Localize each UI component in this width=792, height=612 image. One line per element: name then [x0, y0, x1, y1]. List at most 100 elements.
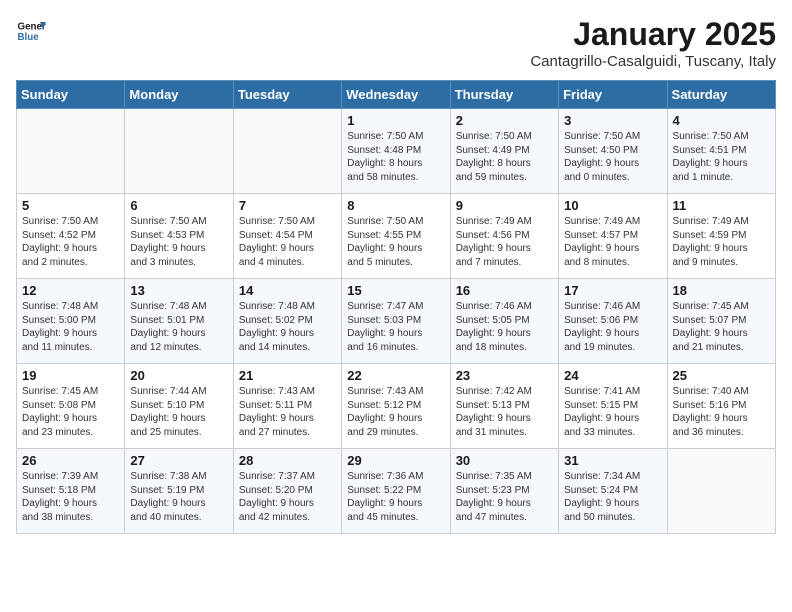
- day-info: Sunrise: 7:49 AM Sunset: 4:59 PM Dayligh…: [673, 215, 770, 269]
- day-number: 30: [456, 453, 553, 468]
- day-info: Sunrise: 7:45 AM Sunset: 5:08 PM Dayligh…: [22, 385, 119, 439]
- calendar-cell: 11 Sunrise: 7:49 AM Sunset: 4:59 PM Dayli…: [667, 194, 775, 279]
- weekday-header: Wednesday: [342, 81, 450, 109]
- calendar-cell: 5 Sunrise: 7:50 AM Sunset: 4:52 PM Daylig…: [17, 194, 125, 279]
- calendar-cell: 25 Sunrise: 7:40 AM Sunset: 5:16 PM Dayli…: [667, 364, 775, 449]
- weekday-header: Monday: [125, 81, 233, 109]
- calendar-cell: 24 Sunrise: 7:41 AM Sunset: 5:15 PM Dayli…: [559, 364, 667, 449]
- day-info: Sunrise: 7:50 AM Sunset: 4:52 PM Dayligh…: [22, 215, 119, 269]
- calendar-cell: 22 Sunrise: 7:43 AM Sunset: 5:12 PM Dayli…: [342, 364, 450, 449]
- calendar-table: SundayMondayTuesdayWednesdayThursdayFrid…: [16, 80, 776, 534]
- logo-icon: General Blue: [16, 16, 46, 46]
- calendar-cell: 17 Sunrise: 7:46 AM Sunset: 5:06 PM Dayli…: [559, 279, 667, 364]
- calendar-week-row: 12 Sunrise: 7:48 AM Sunset: 5:00 PM Dayli…: [17, 279, 776, 364]
- day-info: Sunrise: 7:36 AM Sunset: 5:22 PM Dayligh…: [347, 470, 444, 524]
- weekday-header: Saturday: [667, 81, 775, 109]
- day-info: Sunrise: 7:50 AM Sunset: 4:48 PM Dayligh…: [347, 130, 444, 184]
- title-block: January 2025 Cantagrillo-Casalguidi, Tus…: [530, 16, 776, 70]
- calendar-cell: 4Sunrise: 7:50 AM Sunset: 4:51 PM Daylig…: [667, 109, 775, 194]
- weekday-header: Tuesday: [233, 81, 341, 109]
- calendar-cell: 20 Sunrise: 7:44 AM Sunset: 5:10 PM Dayli…: [125, 364, 233, 449]
- calendar-cell: 13Sunrise: 7:48 AM Sunset: 5:01 PM Dayli…: [125, 279, 233, 364]
- calendar-cell: 19Sunrise: 7:45 AM Sunset: 5:08 PM Dayli…: [17, 364, 125, 449]
- day-info: Sunrise: 7:48 AM Sunset: 5:02 PM Dayligh…: [239, 300, 336, 354]
- day-number: 25: [673, 368, 770, 383]
- day-number: 16: [456, 283, 553, 298]
- day-number: 18: [673, 283, 770, 298]
- calendar-cell: 23Sunrise: 7:42 AM Sunset: 5:13 PM Dayli…: [450, 364, 558, 449]
- day-number: 27: [130, 453, 227, 468]
- day-info: Sunrise: 7:49 AM Sunset: 4:57 PM Dayligh…: [564, 215, 661, 269]
- calendar-cell: 6Sunrise: 7:50 AM Sunset: 4:53 PM Daylig…: [125, 194, 233, 279]
- calendar-cell: 18 Sunrise: 7:45 AM Sunset: 5:07 PM Dayli…: [667, 279, 775, 364]
- day-number: 10: [564, 198, 661, 213]
- calendar-cell: 8 Sunrise: 7:50 AM Sunset: 4:55 PM Daylig…: [342, 194, 450, 279]
- page-header: General Blue January 2025 Cantagrillo-Ca…: [16, 16, 776, 70]
- calendar-week-row: 26 Sunrise: 7:39 AM Sunset: 5:18 PM Dayli…: [17, 449, 776, 534]
- day-number: 21: [239, 368, 336, 383]
- day-info: Sunrise: 7:35 AM Sunset: 5:23 PM Dayligh…: [456, 470, 553, 524]
- calendar-week-row: 5 Sunrise: 7:50 AM Sunset: 4:52 PM Daylig…: [17, 194, 776, 279]
- day-info: Sunrise: 7:34 AM Sunset: 5:24 PM Dayligh…: [564, 470, 661, 524]
- calendar-cell: 28 Sunrise: 7:37 AM Sunset: 5:20 PM Dayli…: [233, 449, 341, 534]
- day-number: 22: [347, 368, 444, 383]
- calendar-cell: 30 Sunrise: 7:35 AM Sunset: 5:23 PM Dayli…: [450, 449, 558, 534]
- day-info: Sunrise: 7:41 AM Sunset: 5:15 PM Dayligh…: [564, 385, 661, 439]
- calendar-cell: 3Sunrise: 7:50 AM Sunset: 4:50 PM Daylig…: [559, 109, 667, 194]
- day-number: 8: [347, 198, 444, 213]
- calendar-cell: 12 Sunrise: 7:48 AM Sunset: 5:00 PM Dayli…: [17, 279, 125, 364]
- day-number: 14: [239, 283, 336, 298]
- calendar-cell: 1 Sunrise: 7:50 AM Sunset: 4:48 PM Daylig…: [342, 109, 450, 194]
- day-info: Sunrise: 7:48 AM Sunset: 5:00 PM Dayligh…: [22, 300, 119, 354]
- weekday-header: Friday: [559, 81, 667, 109]
- day-info: Sunrise: 7:38 AM Sunset: 5:19 PM Dayligh…: [130, 470, 227, 524]
- svg-text:Blue: Blue: [18, 32, 40, 43]
- day-number: 11: [673, 198, 770, 213]
- location: Cantagrillo-Casalguidi, Tuscany, Italy: [530, 53, 776, 70]
- day-number: 5: [22, 198, 119, 213]
- day-info: Sunrise: 7:47 AM Sunset: 5:03 PM Dayligh…: [347, 300, 444, 354]
- day-number: 31: [564, 453, 661, 468]
- day-info: Sunrise: 7:50 AM Sunset: 4:55 PM Dayligh…: [347, 215, 444, 269]
- logo: General Blue: [16, 16, 46, 46]
- day-number: 23: [456, 368, 553, 383]
- day-number: 1: [347, 113, 444, 128]
- day-info: Sunrise: 7:50 AM Sunset: 4:49 PM Dayligh…: [456, 130, 553, 184]
- day-number: 24: [564, 368, 661, 383]
- calendar-cell: 27 Sunrise: 7:38 AM Sunset: 5:19 PM Dayli…: [125, 449, 233, 534]
- calendar-cell: [125, 109, 233, 194]
- day-info: Sunrise: 7:43 AM Sunset: 5:12 PM Dayligh…: [347, 385, 444, 439]
- calendar-cell: [17, 109, 125, 194]
- calendar-cell: 16 Sunrise: 7:46 AM Sunset: 5:05 PM Dayli…: [450, 279, 558, 364]
- day-number: 12: [22, 283, 119, 298]
- calendar-cell: 31 Sunrise: 7:34 AM Sunset: 5:24 PM Dayli…: [559, 449, 667, 534]
- day-number: 29: [347, 453, 444, 468]
- day-info: Sunrise: 7:46 AM Sunset: 5:06 PM Dayligh…: [564, 300, 661, 354]
- calendar-cell: 15 Sunrise: 7:47 AM Sunset: 5:03 PM Dayli…: [342, 279, 450, 364]
- day-number: 17: [564, 283, 661, 298]
- calendar-cell: [667, 449, 775, 534]
- calendar-cell: 26 Sunrise: 7:39 AM Sunset: 5:18 PM Dayli…: [17, 449, 125, 534]
- day-info: Sunrise: 7:39 AM Sunset: 5:18 PM Dayligh…: [22, 470, 119, 524]
- calendar-cell: 7Sunrise: 7:50 AM Sunset: 4:54 PM Daylig…: [233, 194, 341, 279]
- calendar-cell: 29 Sunrise: 7:36 AM Sunset: 5:22 PM Dayli…: [342, 449, 450, 534]
- calendar-cell: [233, 109, 341, 194]
- day-info: Sunrise: 7:40 AM Sunset: 5:16 PM Dayligh…: [673, 385, 770, 439]
- month-title: January 2025: [530, 16, 776, 53]
- day-info: Sunrise: 7:44 AM Sunset: 5:10 PM Dayligh…: [130, 385, 227, 439]
- weekday-header-row: SundayMondayTuesdayWednesdayThursdayFrid…: [17, 81, 776, 109]
- day-info: Sunrise: 7:45 AM Sunset: 5:07 PM Dayligh…: [673, 300, 770, 354]
- day-number: 28: [239, 453, 336, 468]
- calendar-cell: 21Sunrise: 7:43 AM Sunset: 5:11 PM Dayli…: [233, 364, 341, 449]
- calendar-week-row: 1 Sunrise: 7:50 AM Sunset: 4:48 PM Daylig…: [17, 109, 776, 194]
- day-number: 6: [130, 198, 227, 213]
- day-info: Sunrise: 7:37 AM Sunset: 5:20 PM Dayligh…: [239, 470, 336, 524]
- day-number: 26: [22, 453, 119, 468]
- day-number: 2: [456, 113, 553, 128]
- weekday-header: Thursday: [450, 81, 558, 109]
- day-info: Sunrise: 7:50 AM Sunset: 4:51 PM Dayligh…: [673, 130, 770, 184]
- day-number: 15: [347, 283, 444, 298]
- day-info: Sunrise: 7:46 AM Sunset: 5:05 PM Dayligh…: [456, 300, 553, 354]
- day-number: 20: [130, 368, 227, 383]
- day-info: Sunrise: 7:50 AM Sunset: 4:54 PM Dayligh…: [239, 215, 336, 269]
